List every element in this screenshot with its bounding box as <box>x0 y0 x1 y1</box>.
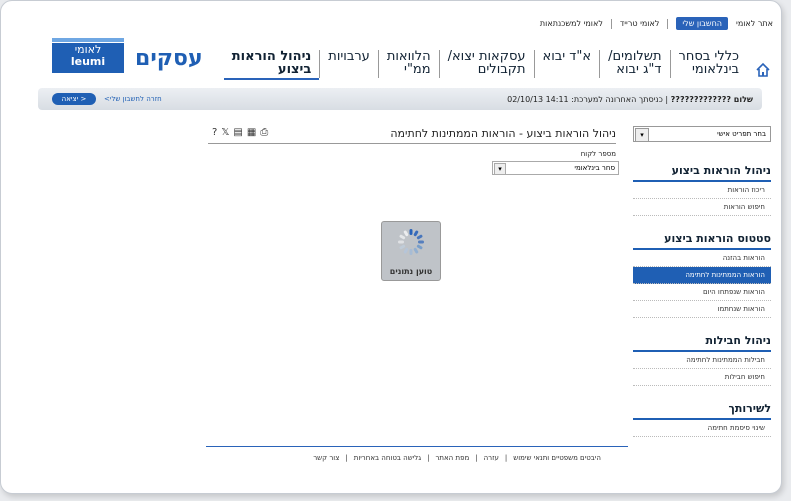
personal-menu-select[interactable]: בחר תפריט אישי ▾ <box>633 126 771 142</box>
divider: | <box>345 454 348 462</box>
nav-loans[interactable]: הלוואות ממ"י <box>377 50 439 78</box>
footer-links: היבטים משפטיים ותנאי שימוש | עזרה | מפת … <box>313 454 601 462</box>
nav-guarantees[interactable]: ערבויות <box>319 50 378 78</box>
main-nav: כללי בסחר בינלאומי תשלומים/ ד"ג יבוא א"ד… <box>223 50 747 80</box>
sidebar-item-change-signature-password[interactable]: שינוי סיסמת חתימה <box>633 420 771 437</box>
top-links-bar: אתר לאומי החשבון שלי לאומי טרייד לאומי ל… <box>540 17 773 30</box>
calculator-icon[interactable]: ▦ <box>247 127 256 138</box>
page-title: ניהול הוראות ביצוע - הוראות הממתינות לחת… <box>390 127 616 140</box>
footer-divider <box>206 446 628 447</box>
greeting-text: שלום ????????????? | כניסתך האחרונה למער… <box>507 95 753 104</box>
nav-payments[interactable]: תשלומים/ ד"ג יבוא <box>599 50 669 78</box>
sidebar-section-title: סטטוס הוראות ביצוע <box>633 230 771 250</box>
divider <box>208 143 616 144</box>
sidebar-item-orders-search[interactable]: חיפוש הוראות <box>633 199 771 216</box>
sidebar-item-orders-summary[interactable]: ריכוז הוראות <box>633 182 771 199</box>
logo-stripe <box>52 38 124 42</box>
brand-name: עסקים <box>135 46 203 71</box>
spinner-icon <box>398 229 424 255</box>
sidebar-item-orders-in-entry[interactable]: הוראות בהזנה <box>633 250 771 267</box>
footer-link-help[interactable]: עזרה <box>484 454 499 462</box>
sidebar-item-orders-signed[interactable]: הוראות שנחתמו <box>633 301 771 318</box>
nav-export-deals[interactable]: עסקאות יצוא/ תקבולים <box>438 50 534 78</box>
divider: | <box>504 454 508 462</box>
top-link-leumi-site[interactable]: אתר לאומי <box>736 19 773 28</box>
sidebar-section-title: לשירותך <box>633 400 771 420</box>
loading-text: טוען נתונים <box>389 267 433 276</box>
top-link-leumi-trade[interactable]: לאומי טרייד <box>620 19 660 28</box>
customer-select[interactable]: סחר בינלאומי ▾ <box>492 161 619 175</box>
footer-link-legal[interactable]: היבטים משפטיים ותנאי שימוש <box>513 454 601 462</box>
nav-general-trade[interactable]: כללי בסחר בינלאומי <box>669 50 747 78</box>
sidebar-item-packages-search[interactable]: חיפוש חבילות <box>633 369 771 386</box>
print-icon[interactable]: ⎙ <box>260 127 268 138</box>
back-to-account-link[interactable]: <חזרה לחשבון שלי <box>104 95 162 103</box>
divider <box>610 18 612 29</box>
footer-link-contact[interactable]: צור קשר <box>313 454 339 462</box>
sidebar-item-orders-opened-today[interactable]: הוראות שנפתחו היום <box>633 284 771 301</box>
sidebar-item-orders-pending-signature[interactable]: הוראות הממתינות לחתימה <box>633 267 771 284</box>
top-link-mortgages[interactable]: לאומי למשכנתאות <box>540 19 603 28</box>
top-link-my-account[interactable]: החשבון שלי <box>676 17 729 30</box>
save-icon[interactable]: ▤ <box>233 127 242 138</box>
footer-link-safe-browsing[interactable]: גלישה בטוחה באחריות <box>354 454 421 462</box>
exit-button[interactable]: יציאה > <box>52 93 96 105</box>
nav-execution-orders[interactable]: ניהול הוראות ביצוע <box>223 50 320 80</box>
footer-link-sitemap[interactable]: מפת האתר <box>435 454 469 462</box>
divider: | <box>427 454 430 462</box>
loading-indicator: טוען נתונים <box>381 221 441 281</box>
close-x-icon[interactable]: 𝕏 <box>221 127 229 138</box>
chevron-down-icon[interactable]: ▾ <box>494 163 506 175</box>
customer-number-label: מספר לקוח <box>580 150 616 158</box>
chevron-down-icon[interactable]: ▾ <box>635 128 649 142</box>
toolbar: ? 𝕏 ▤ ▦ ⎙ <box>212 127 268 138</box>
help-icon[interactable]: ? <box>212 127 217 138</box>
home-icon[interactable] <box>755 62 771 78</box>
sidebar-item-packages-pending[interactable]: חבילות הממתינות לחתימה <box>633 352 771 369</box>
leumi-logo[interactable]: לאומי leumi <box>52 43 124 73</box>
nav-import-lc[interactable]: א"ד יבוא <box>533 50 600 78</box>
divider: | <box>475 454 478 462</box>
sidebar-section-title: ניהול חבילות <box>633 332 771 352</box>
sidebar-section-title: ניהול הוראות ביצוע <box>633 162 771 182</box>
divider <box>667 18 669 29</box>
sidebar: בחר תפריט אישי ▾ ניהול הוראות ביצוע ריכו… <box>633 126 771 437</box>
